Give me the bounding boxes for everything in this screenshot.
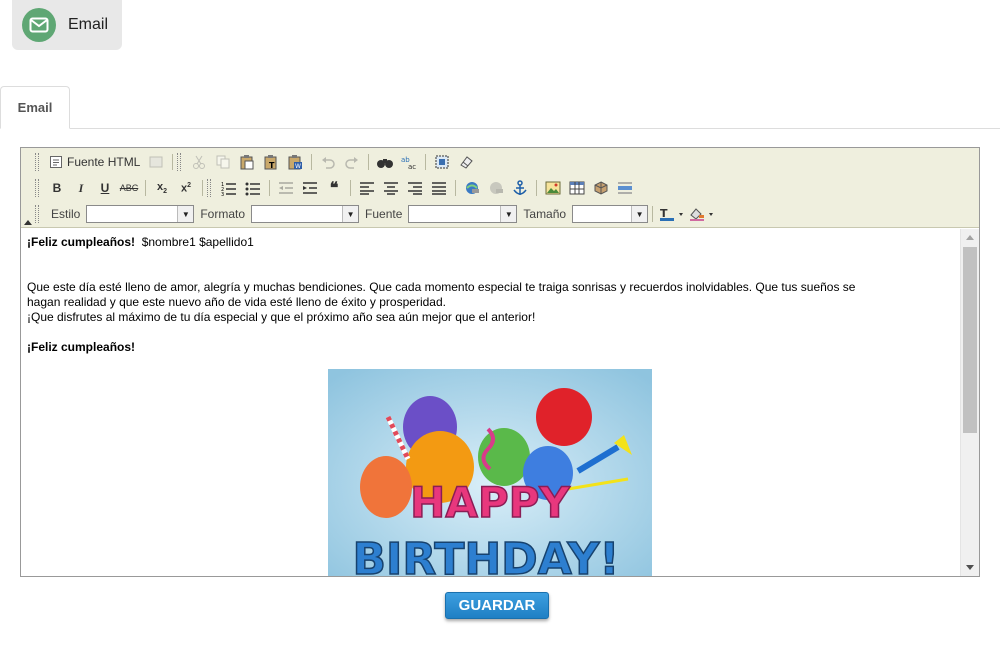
strikethrough-icon[interactable]: ABC	[118, 178, 140, 198]
birthday-image[interactable]: HAPPY BIRTHDAY!	[328, 369, 652, 576]
undo-icon[interactable]	[317, 152, 339, 172]
redo-icon[interactable]	[341, 152, 363, 172]
image-text-happy: HAPPY	[410, 478, 570, 527]
body-line-2: hagan realidad y que este nuevo año de v…	[27, 295, 446, 309]
blockquote-icon[interactable]: ❝	[323, 178, 345, 198]
save-button[interactable]: GUARDAR	[445, 592, 549, 619]
style-select[interactable]: ▼	[86, 205, 195, 223]
italic-icon[interactable]: I	[70, 178, 92, 198]
toolbar-grip[interactable]	[35, 153, 39, 171]
document-source-icon	[50, 156, 62, 168]
font-label: Fuente	[365, 207, 403, 221]
align-right-icon[interactable]	[404, 178, 426, 198]
paste-text-icon[interactable]: T	[260, 152, 282, 172]
background-color-icon[interactable]	[688, 204, 716, 224]
tab-bar: Email	[0, 86, 1000, 129]
editor-toolbar: Fuente HTML T W ab ac B I U ABC x2 x2 1 …	[21, 148, 979, 228]
body-line-1: Que este día esté lleno de amor, alegría…	[27, 280, 856, 294]
underline-icon[interactable]: U	[94, 178, 116, 198]
placeholders-text: $nombre1 $apellido1	[141, 235, 254, 249]
image-icon[interactable]	[542, 178, 564, 198]
select-all-icon[interactable]	[431, 152, 453, 172]
svg-text:T: T	[269, 161, 275, 170]
bulleted-list-icon[interactable]	[242, 178, 264, 198]
anchor-icon[interactable]	[509, 178, 531, 198]
justify-icon[interactable]	[428, 178, 450, 198]
replace-icon[interactable]: ab ac	[398, 152, 420, 172]
font-select[interactable]: ▼	[408, 205, 518, 223]
scrollbar-thumb[interactable]	[963, 247, 977, 433]
svg-text:W: W	[295, 163, 301, 170]
chevron-down-icon: ▼	[631, 206, 648, 222]
unlink-icon[interactable]	[485, 178, 507, 198]
numbered-list-icon[interactable]: 123	[218, 178, 240, 198]
format-select[interactable]: ▼	[251, 205, 360, 223]
align-center-icon[interactable]	[380, 178, 402, 198]
editor-content[interactable]: ¡Feliz cumpleaños! $nombre1 $apellido1 Q…	[21, 229, 961, 576]
header-title: Email	[68, 16, 109, 33]
outdent-icon[interactable]	[275, 178, 297, 198]
size-label: Tamaño	[523, 207, 567, 221]
chevron-down-icon: ▼	[500, 206, 517, 222]
body-line-3: ¡Que disfrutes al máximo de tu día espec…	[27, 310, 536, 324]
paste-word-icon[interactable]: W	[284, 152, 306, 172]
insert-object-icon[interactable]	[590, 178, 612, 198]
format-label: Formato	[200, 207, 246, 221]
envelope-icon	[22, 8, 56, 42]
svg-text:3: 3	[221, 192, 224, 196]
size-select[interactable]: ▼	[572, 205, 649, 223]
svg-text:ac: ac	[408, 163, 416, 170]
rich-text-editor: Fuente HTML T W ab ac B I U ABC x2 x2 1 …	[20, 147, 980, 577]
scroll-up-icon[interactable]	[966, 235, 974, 240]
greeting-text: ¡Feliz cumpleaños!	[27, 235, 136, 249]
cut-icon[interactable]	[188, 152, 210, 172]
paste-icon[interactable]	[236, 152, 258, 172]
text-color-icon[interactable]: T	[658, 204, 686, 224]
copy-icon[interactable]	[212, 152, 234, 172]
chevron-down-icon: ▼	[177, 206, 194, 222]
link-icon[interactable]	[461, 178, 483, 198]
image-text-birthday: BIRTHDAY!	[353, 534, 620, 576]
horizontal-rule-icon[interactable]	[614, 178, 636, 198]
indent-icon[interactable]	[299, 178, 321, 198]
table-icon[interactable]	[566, 178, 588, 198]
closing-text: ¡Feliz cumpleaños!	[27, 340, 136, 354]
templates-icon[interactable]	[145, 152, 167, 172]
email-module-header[interactable]: Email	[12, 0, 122, 50]
chevron-down-icon: ▼	[342, 206, 359, 222]
superscript-icon[interactable]: x2	[175, 178, 197, 198]
subscript-icon[interactable]: x2	[151, 178, 173, 198]
tab-email[interactable]: Email	[0, 86, 70, 129]
collapse-toolbar-icon[interactable]	[24, 220, 32, 225]
find-icon[interactable]	[374, 152, 396, 172]
scroll-down-icon[interactable]	[966, 565, 974, 570]
align-left-icon[interactable]	[356, 178, 378, 198]
source-html-button[interactable]: Fuente HTML	[45, 155, 144, 169]
style-label: Estilo	[51, 207, 81, 221]
source-html-label: Fuente HTML	[67, 155, 141, 169]
remove-format-icon[interactable]	[455, 152, 477, 172]
bold-icon[interactable]: B	[46, 178, 68, 198]
editor-scrollbar[interactable]	[960, 229, 979, 576]
